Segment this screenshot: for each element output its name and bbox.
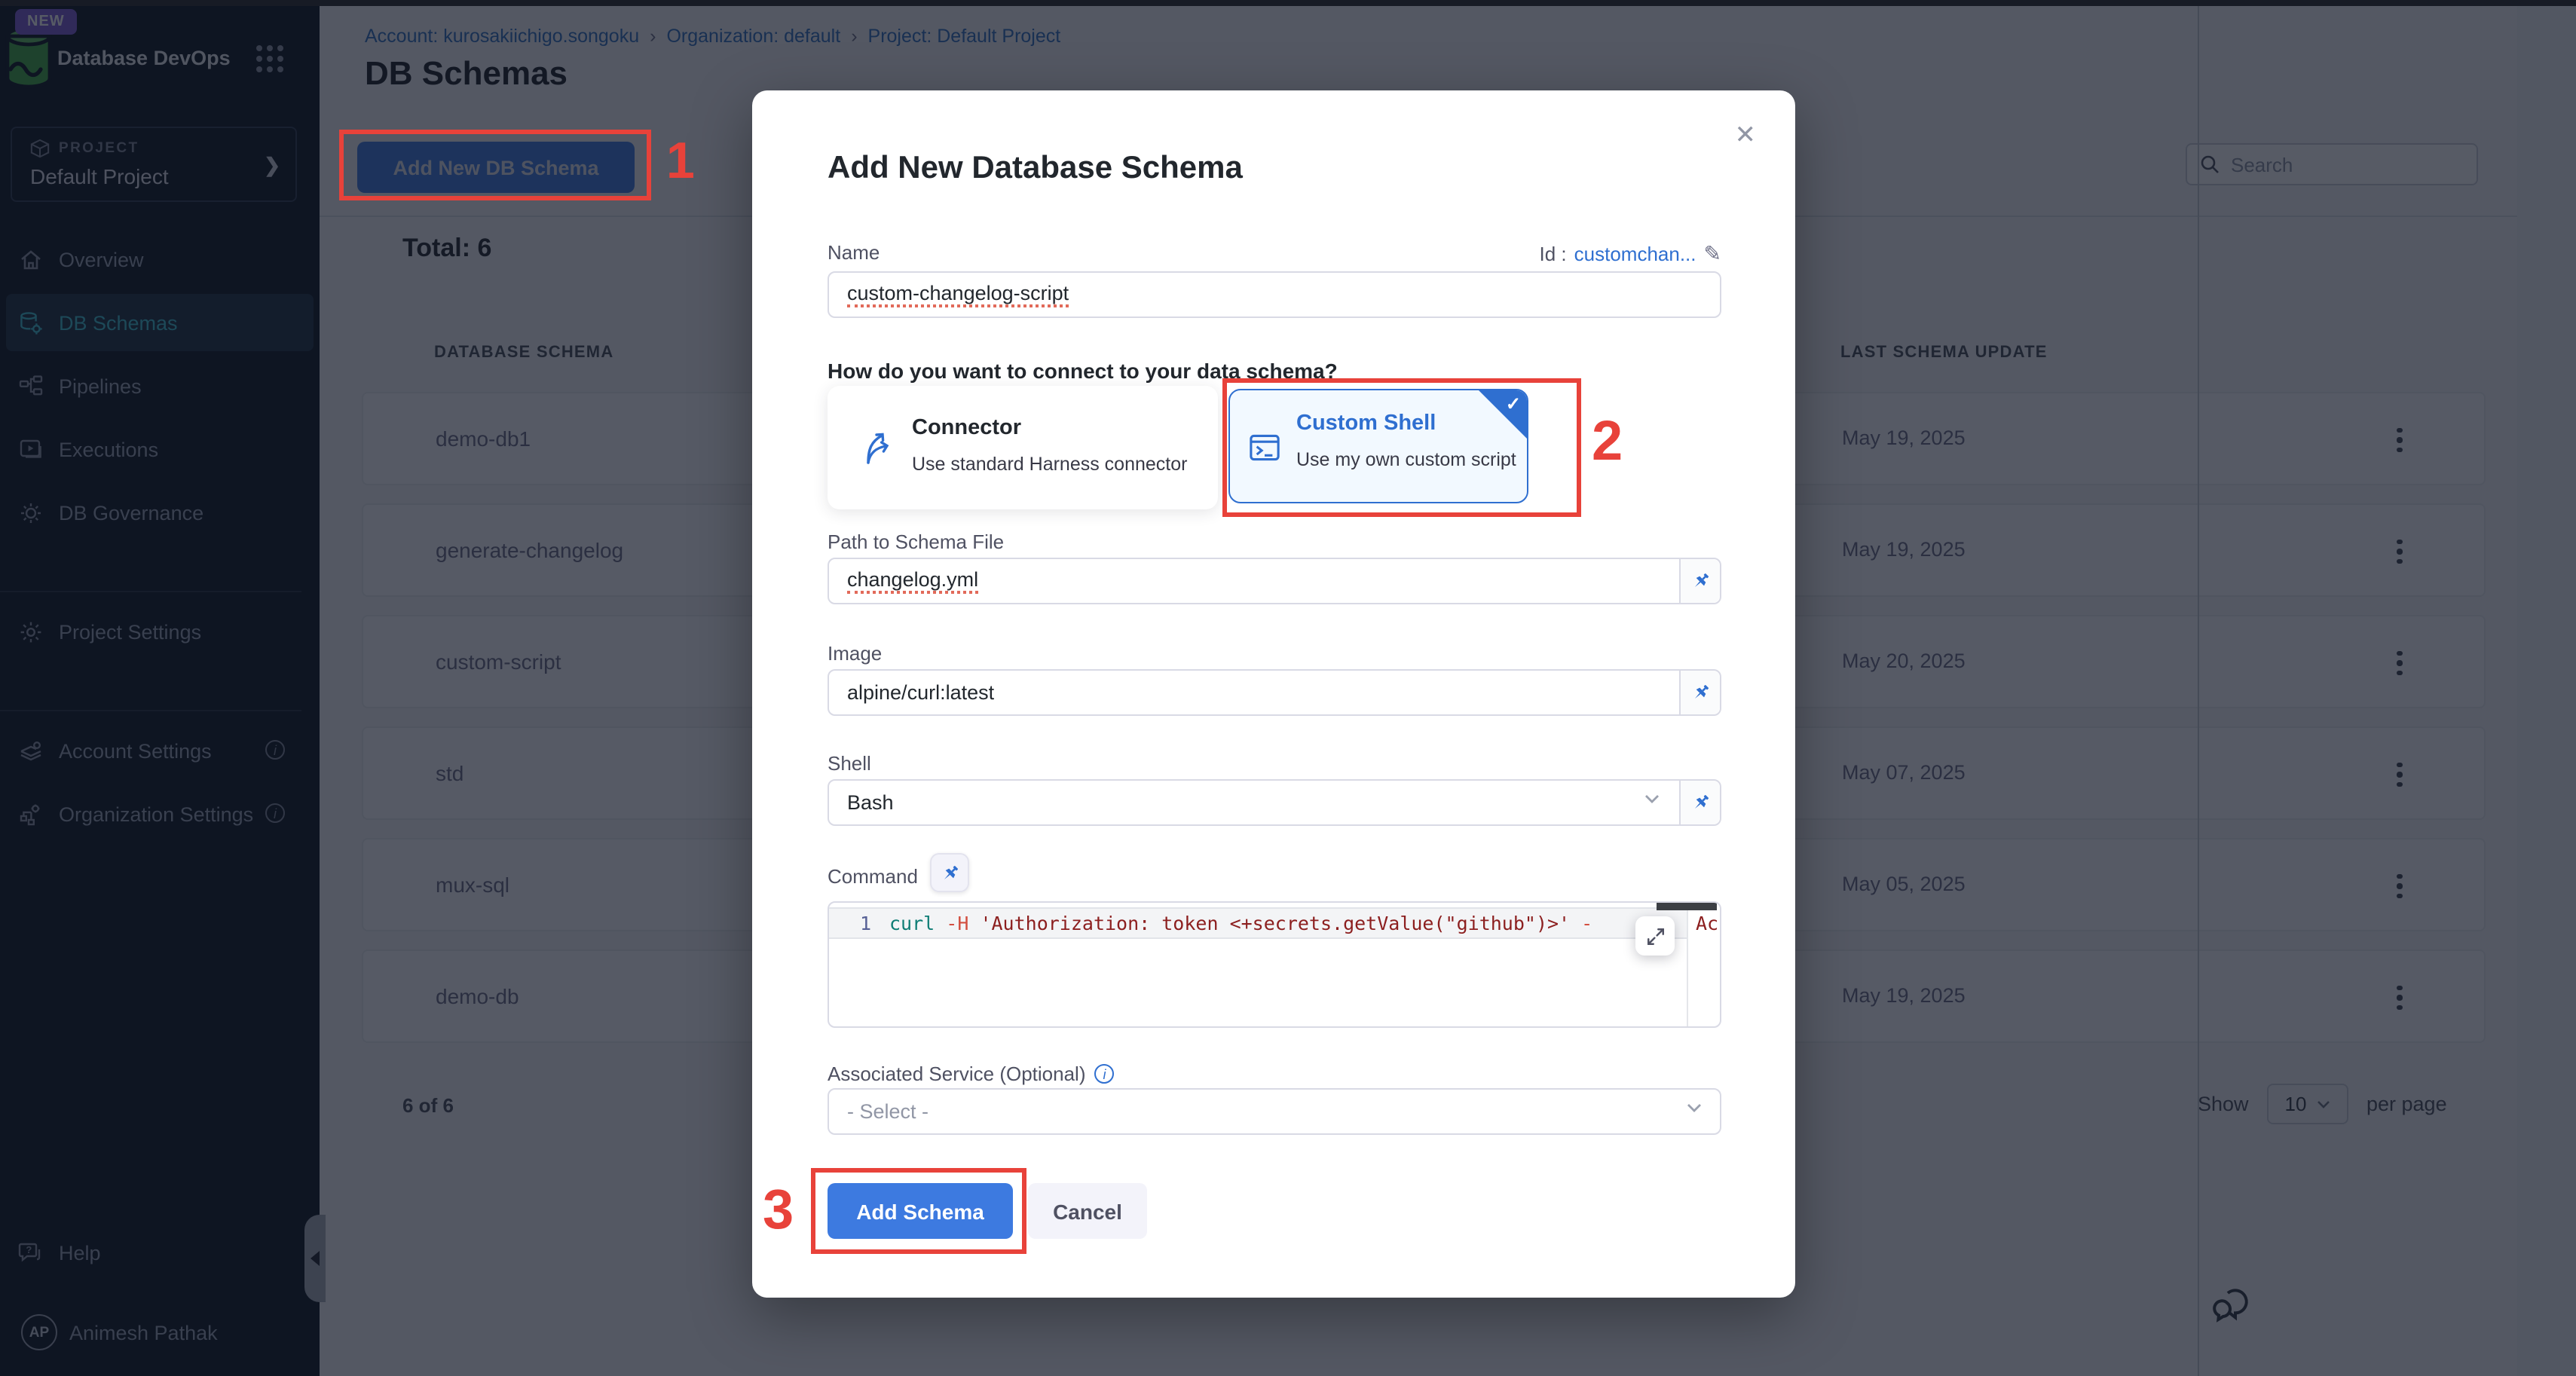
editor-scrollbar-thumb[interactable] — [1657, 903, 1717, 910]
expand-editor-icon[interactable] — [1635, 916, 1675, 956]
modal-title: Add New Database Schema — [828, 151, 1243, 187]
shell-label: Shell — [828, 752, 871, 775]
annotation-number-3: 3 — [763, 1179, 794, 1242]
code-token-cut: Acc — [1696, 912, 1721, 934]
shell-value: Bash — [847, 791, 894, 814]
card-title: Connector — [912, 416, 1021, 440]
edit-pencil-icon[interactable]: ✎ — [1704, 241, 1721, 267]
path-value: changelog.yml — [847, 568, 978, 594]
runtime-pin-icon[interactable] — [1679, 671, 1720, 714]
associated-service-label: Associated Service (Optional) — [828, 1063, 1086, 1085]
chevron-down-icon — [1687, 1103, 1702, 1114]
connector-card[interactable]: Connector Use standard Harness connector — [828, 386, 1218, 509]
id-row: Id : customchan... ✎ — [1540, 241, 1722, 267]
path-label: Path to Schema File — [828, 531, 1004, 553]
annotation-box-2 — [1222, 378, 1581, 517]
id-label: Id : — [1540, 243, 1567, 265]
image-input[interactable]: alpine/curl:latest — [828, 669, 1721, 716]
id-value-link[interactable]: customchan... — [1574, 243, 1696, 265]
annotation-number-1: 1 — [666, 133, 695, 191]
name-value: custom-changelog-script — [847, 282, 1069, 307]
cancel-button[interactable]: Cancel — [1028, 1183, 1147, 1239]
code-token-flag: -H — [935, 912, 980, 934]
image-value: alpine/curl:latest — [847, 681, 994, 704]
associated-service-select[interactable]: - Select - — [828, 1088, 1721, 1135]
command-pin-button[interactable] — [930, 853, 969, 892]
shell-select[interactable]: Bash — [828, 779, 1721, 826]
code-token-cmd: curl — [889, 912, 935, 934]
name-input[interactable]: custom-changelog-script — [828, 271, 1721, 318]
image-label: Image — [828, 642, 882, 665]
editor-scroll-track — [1687, 903, 1688, 1026]
editor-line-number: 1 — [829, 912, 871, 934]
command-code-editor[interactable]: 1 curl -H 'Authorization: token <+secret… — [828, 901, 1721, 1028]
runtime-pin-icon[interactable] — [1679, 559, 1720, 603]
close-icon[interactable]: ✕ — [1735, 121, 1757, 151]
info-icon[interactable]: i — [1095, 1064, 1115, 1084]
code-token-string: 'Authorization: token <+secrets.getValue… — [980, 912, 1570, 934]
associated-service-row: Associated Service (Optional) i — [828, 1063, 1115, 1085]
annotation-box-3 — [811, 1168, 1026, 1254]
chevron-down-icon — [1644, 794, 1660, 805]
connector-icon — [858, 428, 897, 467]
editor-code-line: curl -H 'Authorization: token <+secrets.… — [889, 912, 1592, 934]
annotation-number-2: 2 — [1592, 410, 1623, 473]
select-placeholder: - Select - — [847, 1100, 929, 1123]
annotation-box-1 — [339, 130, 651, 200]
add-schema-modal: ✕ Add New Database Schema Name Id : cust… — [752, 90, 1795, 1298]
card-desc: Use standard Harness connector — [912, 454, 1187, 475]
page: NEW Database DevOps PROJECT Default Proj… — [0, 0, 2576, 1376]
command-label: Command — [828, 865, 918, 888]
runtime-pin-icon[interactable] — [1679, 781, 1720, 824]
name-label: Name — [828, 241, 880, 264]
path-input[interactable]: changelog.yml — [828, 558, 1721, 604]
code-token-flag: - — [1570, 912, 1592, 934]
viewport: NEW Database DevOps PROJECT Default Proj… — [0, 0, 2576, 1376]
